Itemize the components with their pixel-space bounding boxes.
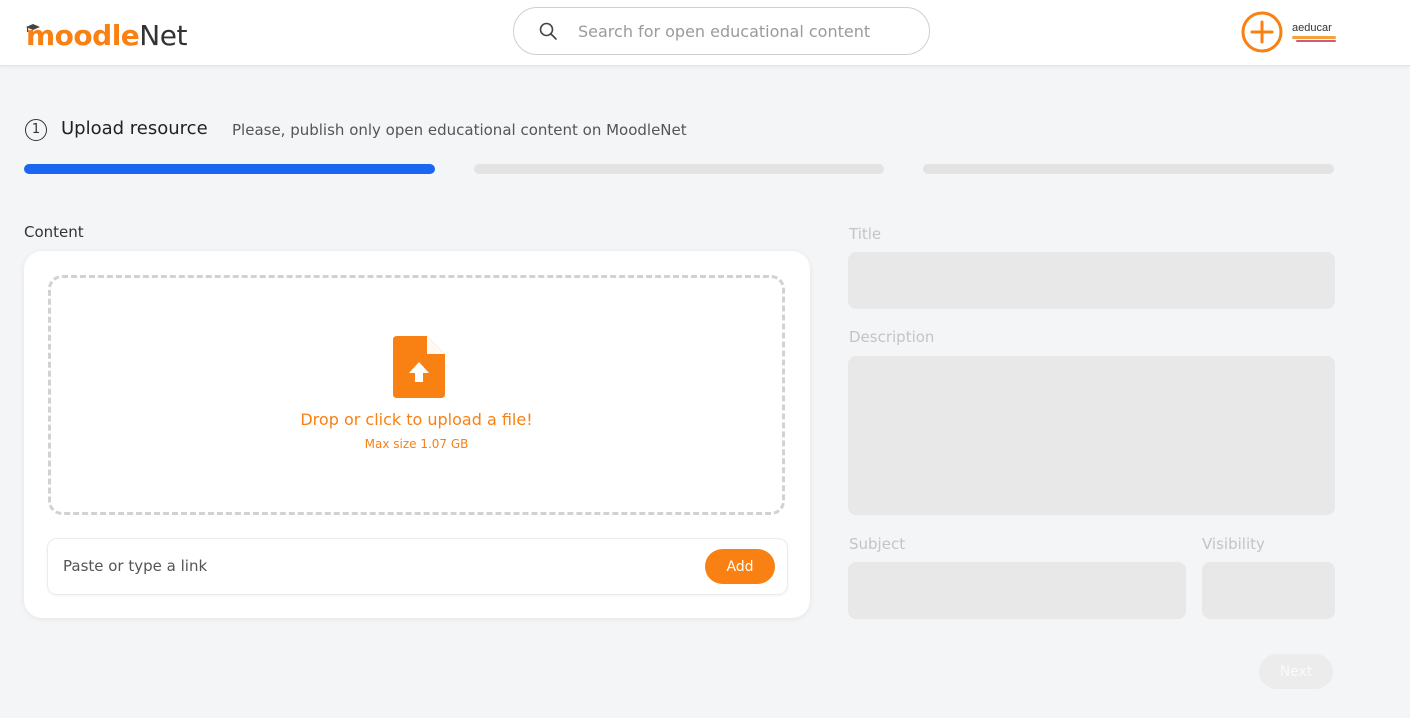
step-title: Upload resource: [61, 118, 208, 139]
drop-text: Drop or click to upload a file!: [300, 410, 533, 429]
subject-label: Subject: [849, 535, 906, 553]
progress-step-2: [474, 164, 884, 174]
file-upload-icon: [393, 336, 445, 398]
description-label: Description: [849, 328, 935, 346]
step-hint: Please, publish only open educational co…: [232, 121, 687, 139]
avatar[interactable]: aeducar: [1290, 14, 1346, 48]
title-field[interactable]: [848, 252, 1335, 309]
avatar-stripe: [1292, 36, 1336, 39]
visibility-label: Visibility: [1202, 535, 1265, 553]
file-dropzone[interactable]: Drop or click to upload a file! Max size…: [48, 275, 785, 515]
description-field[interactable]: [848, 356, 1335, 515]
content-label: Content: [24, 223, 84, 241]
add-link-button[interactable]: Add: [705, 549, 775, 584]
search-input[interactable]: [578, 21, 898, 41]
content-card: Drop or click to upload a file! Max size…: [24, 251, 810, 618]
moodlenet-logo[interactable]: moodle Net: [26, 14, 187, 52]
search-icon: [539, 22, 557, 40]
top-bar: moodleNet aeducar: [0, 0, 1410, 66]
visibility-field[interactable]: [1202, 562, 1335, 619]
max-size-text: Max size 1.07 GB: [364, 437, 469, 451]
link-input[interactable]: [63, 557, 683, 575]
logo-moodle-text: moodle: [26, 19, 140, 52]
avatar-stripe: [1296, 40, 1336, 42]
step-number: 1: [25, 119, 47, 141]
search-bar[interactable]: [513, 7, 930, 55]
link-input-row: Add: [47, 538, 788, 595]
progress-step-1: [24, 164, 435, 174]
title-label: Title: [849, 225, 882, 243]
logo-net-text: Net: [139, 19, 187, 52]
avatar-text: aeducar: [1292, 22, 1332, 34]
next-button[interactable]: Next: [1259, 654, 1333, 689]
graduation-cap-icon: [26, 24, 40, 32]
subject-field[interactable]: [848, 562, 1186, 619]
plus-circle-icon[interactable]: [1240, 10, 1284, 54]
progress-step-3: [923, 164, 1334, 174]
